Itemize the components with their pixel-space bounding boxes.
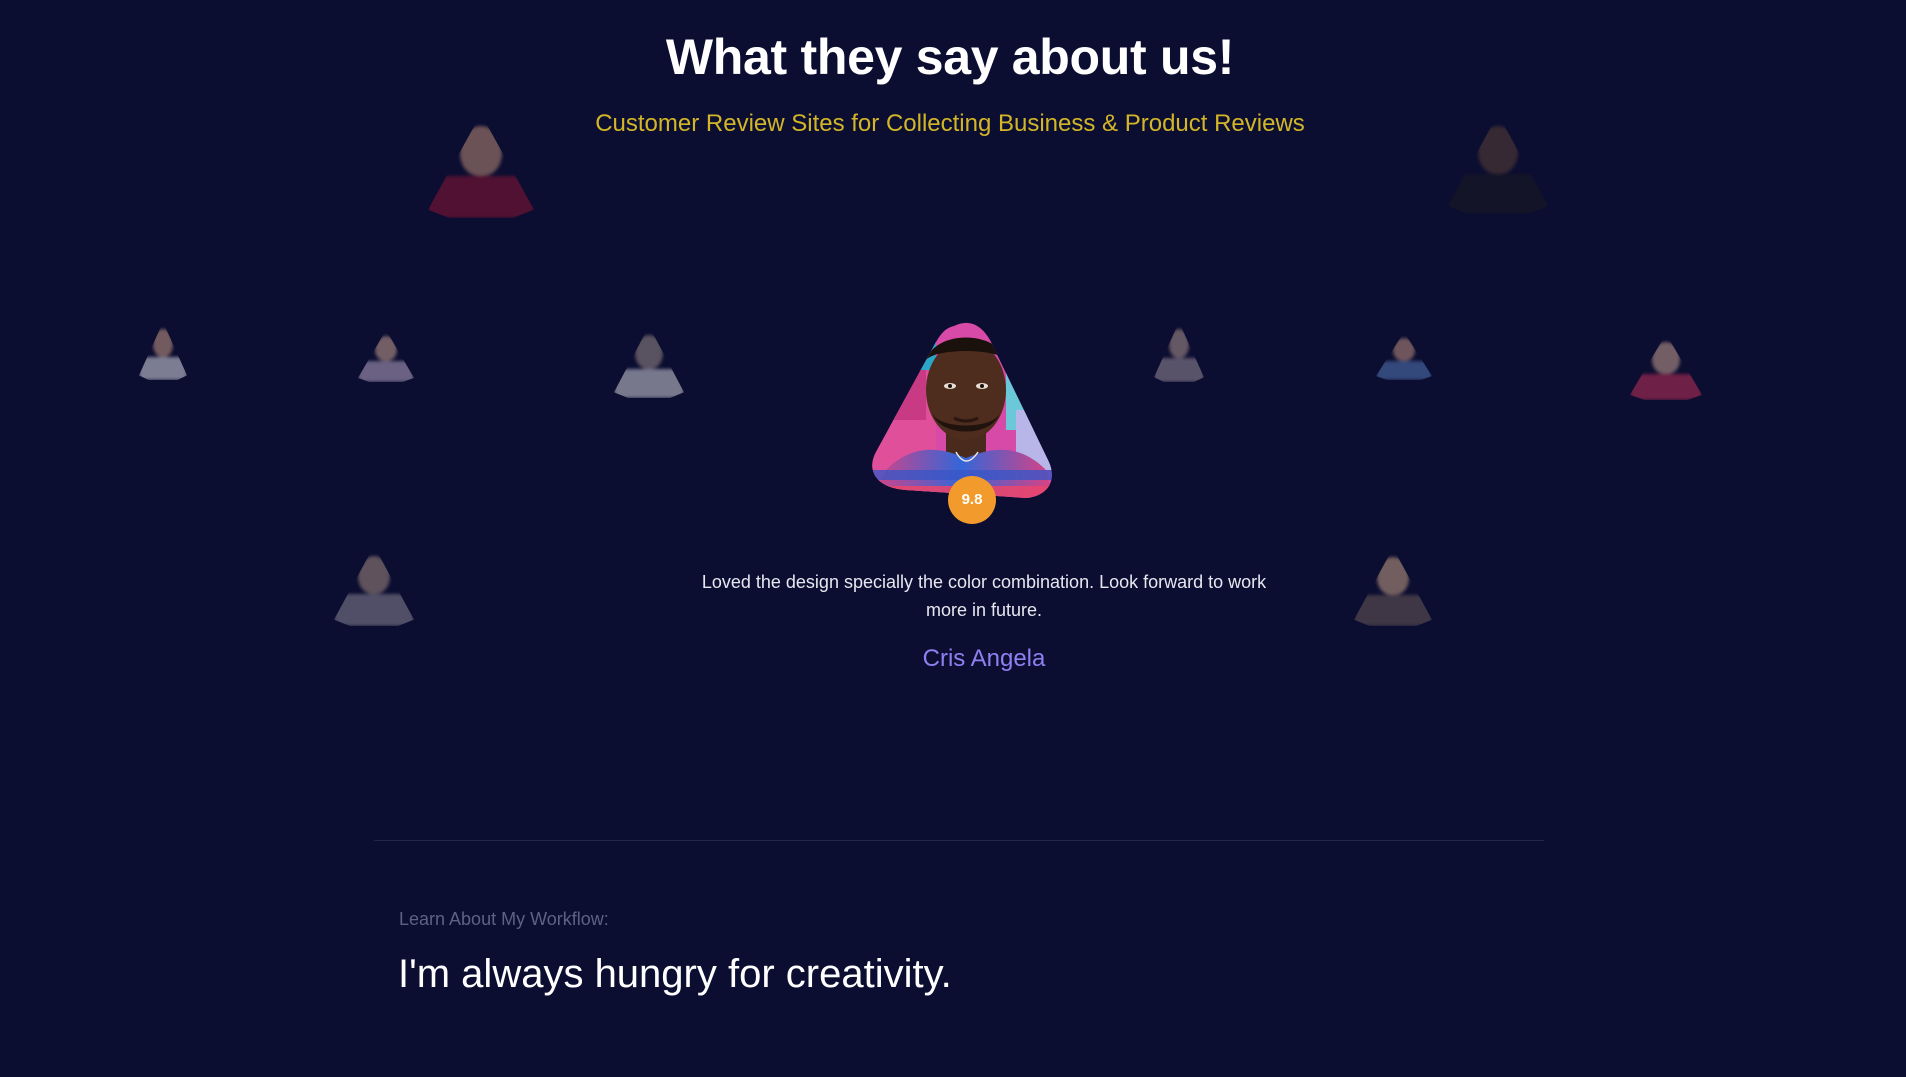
reviewer-avatar-thumb[interactable]	[1376, 332, 1432, 380]
section-subtitle: Customer Review Sites for Collecting Bus…	[595, 110, 1305, 137]
reviewer-avatar-thumb[interactable]	[334, 546, 414, 626]
section-divider	[374, 840, 1544, 841]
testimonials-page: What they say about us! Customer Review …	[0, 0, 1906, 1077]
reviewer-name: Cris Angela	[922, 645, 1046, 672]
workflow-title: I'm always hungry for creativity.	[398, 952, 952, 996]
reviewer-avatar-thumb[interactable]	[1354, 548, 1432, 626]
reviewer-avatar-thumb[interactable]	[614, 326, 684, 398]
section-title: What they say about us!	[665, 29, 1235, 85]
reviewer-avatar-thumb[interactable]	[1154, 322, 1204, 382]
reviewer-avatar-thumb[interactable]	[358, 330, 414, 382]
rating-badge: 9.8	[948, 476, 996, 524]
reviewer-avatar-thumb[interactable]	[1630, 334, 1702, 400]
reviewer-avatar-thumb[interactable]	[139, 322, 187, 380]
review-quote: Loved the design specially the color com…	[701, 572, 1267, 620]
workflow-label: Learn About My Workflow:	[399, 909, 609, 929]
